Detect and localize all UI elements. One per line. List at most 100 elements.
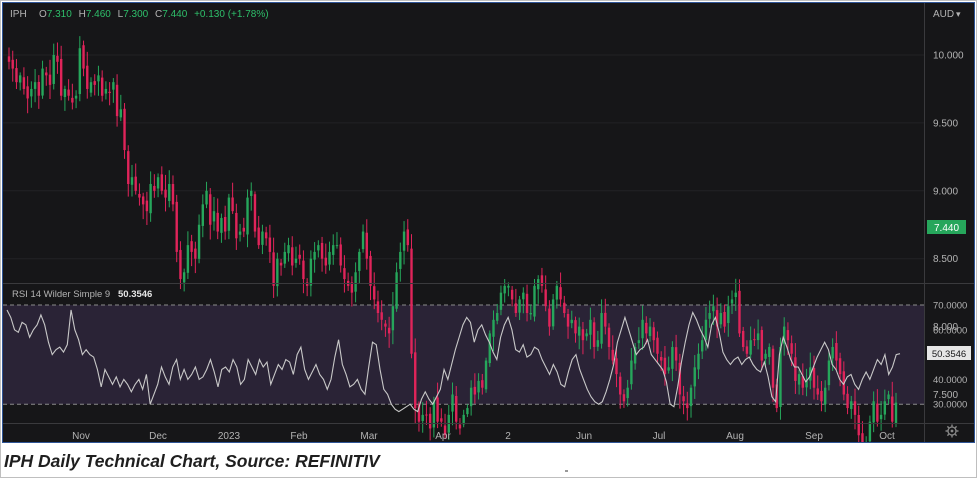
candle-body	[537, 279, 540, 290]
rsi-label: RSI 14 Wilder Simple 9	[12, 289, 110, 300]
candle-body	[522, 292, 525, 300]
time-axis-tick-label: 2	[505, 431, 511, 442]
candle-body	[533, 285, 536, 317]
candle-body	[518, 299, 521, 313]
candle-body	[175, 201, 178, 252]
candle-body	[182, 272, 186, 283]
candle-body	[71, 97, 74, 103]
candle-body	[484, 360, 488, 390]
candle-body	[291, 247, 294, 266]
candle-body	[622, 394, 626, 402]
candle-body	[328, 251, 331, 265]
chart-canvas: 10.0009.5009.0008.5008.0007.5007.00070.0…	[3, 3, 974, 442]
candle-body	[820, 390, 823, 402]
candle-body	[585, 333, 588, 337]
candle-body	[689, 387, 693, 407]
candle-body	[186, 245, 190, 273]
time-axis-tick-label: Jul	[653, 431, 666, 442]
candle-body	[287, 245, 290, 254]
candle-body	[868, 421, 872, 442]
candle-body	[238, 231, 242, 235]
candle-body	[231, 197, 234, 212]
candle-body	[473, 386, 477, 395]
candle-body	[578, 326, 581, 336]
candle-body	[503, 285, 506, 294]
candle-body	[686, 403, 689, 409]
candle-body	[365, 232, 368, 259]
candle-body	[574, 320, 577, 334]
price-axis-tick-label: 9.500	[933, 118, 958, 129]
candle-body	[141, 196, 145, 205]
candle-body	[324, 257, 327, 266]
candle-body	[704, 319, 708, 341]
candle-body	[697, 353, 700, 370]
candle-body	[741, 330, 745, 347]
currency-chevron-icon[interactable]: ▾	[956, 10, 961, 20]
candle-body	[18, 75, 22, 83]
candle-body	[264, 232, 268, 239]
candle-body	[242, 227, 245, 232]
settings-gear-icon[interactable]	[945, 424, 959, 438]
time-axis-tick-label: 2023	[218, 431, 241, 442]
candle-body	[469, 387, 473, 407]
candle-body	[708, 313, 711, 319]
rsi-axis-tick-label: 30.0000	[933, 400, 967, 411]
candle-body	[510, 289, 514, 300]
chart-frame: 10.0009.5009.0008.5008.0007.5007.00070.0…	[2, 2, 975, 443]
candle-body	[89, 82, 93, 93]
candle-body	[216, 212, 219, 232]
candle-body	[261, 231, 264, 245]
candle-body	[45, 72, 48, 76]
candle-body	[872, 401, 875, 423]
close-label: C	[155, 9, 162, 20]
candle-body	[566, 313, 570, 327]
candle-body	[115, 84, 119, 117]
candle-body	[399, 251, 402, 269]
candle-body	[619, 376, 622, 395]
low-value: 7.300	[123, 9, 148, 20]
time-axis-tick-label: Jun	[576, 431, 592, 442]
candle-body	[712, 306, 715, 312]
time-axis-tick-label: Feb	[290, 431, 308, 442]
candle-body	[194, 248, 197, 259]
candle-body	[674, 347, 678, 361]
time-axis-tick-label: Oct	[879, 431, 895, 442]
candle-body	[592, 322, 596, 347]
candle-body	[507, 285, 510, 288]
candle-body	[481, 380, 484, 388]
price-axis-tick-label: 9.000	[933, 186, 958, 197]
candle-body	[488, 333, 491, 364]
candle-body	[693, 367, 696, 387]
rsi-last-value-label: 50.3546	[932, 349, 966, 360]
candle-body	[294, 258, 298, 263]
candle-body	[309, 258, 313, 286]
price-axis-tick-label: 8.500	[933, 254, 958, 265]
candle-body	[551, 299, 555, 327]
candle-body	[771, 348, 775, 388]
rsi-overbought-oversold-band	[3, 305, 924, 405]
candle-body	[455, 395, 458, 422]
candle-body	[235, 212, 238, 239]
candle-body	[756, 333, 760, 341]
time-axis-tick-label: Nov	[72, 431, 90, 442]
candle-body	[879, 414, 883, 420]
candle-body	[421, 414, 424, 422]
time-axis-tick-label: Dec	[149, 431, 167, 442]
candle-body	[313, 251, 316, 260]
candle-body	[22, 77, 26, 89]
candle-body	[615, 358, 618, 375]
candle-body	[663, 357, 667, 375]
candle-body	[451, 394, 454, 412]
candle-body	[164, 189, 167, 198]
candle-body	[477, 380, 480, 393]
candle-body	[86, 65, 89, 89]
candle-body	[227, 197, 231, 231]
candle-body	[559, 287, 562, 300]
chart-caption: IPH Daily Technical Chart, Source: REFIN…	[4, 451, 380, 471]
candle-body	[220, 217, 223, 233]
candle-body	[171, 184, 175, 205]
candle-body	[853, 401, 857, 415]
candle-body	[100, 77, 104, 96]
candle-body	[384, 323, 387, 327]
candle-body	[361, 231, 365, 250]
